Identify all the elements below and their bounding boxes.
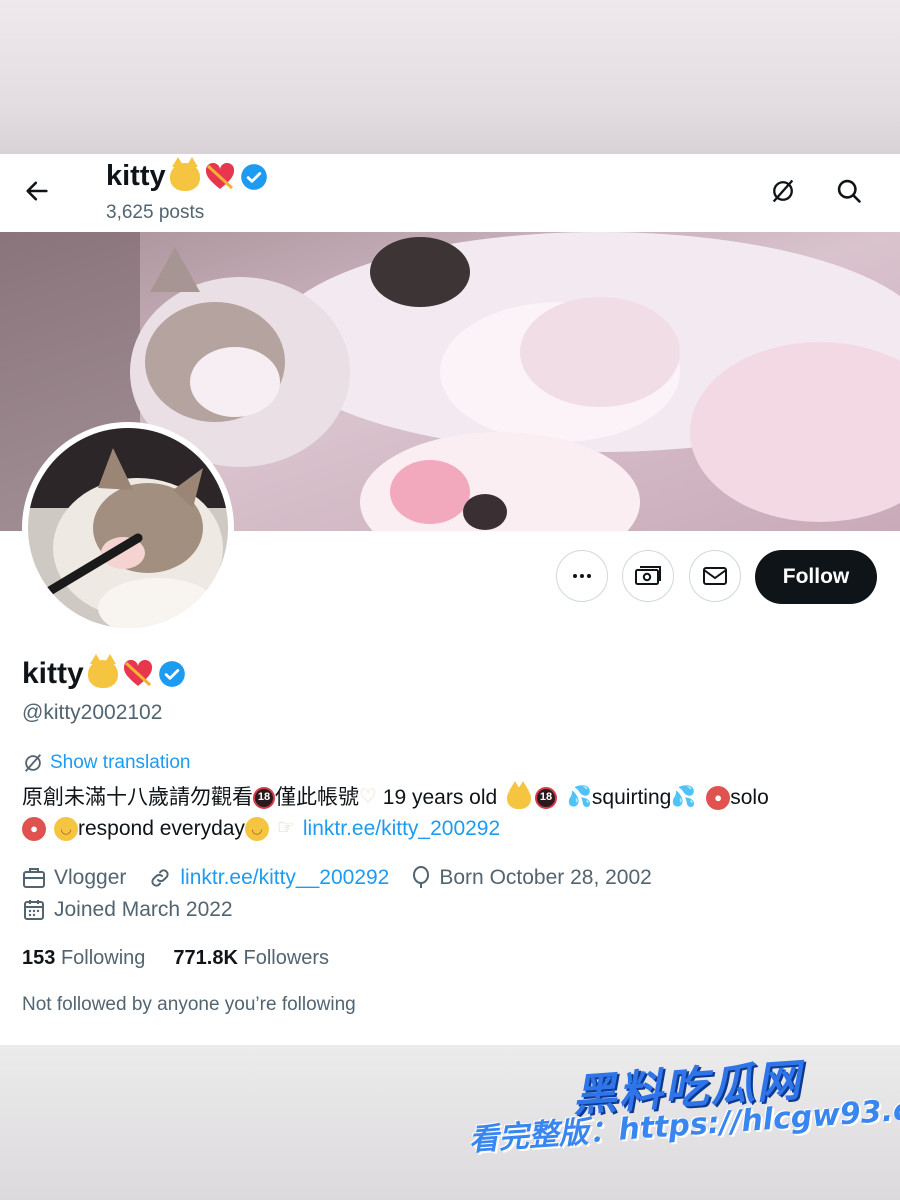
hot-face-icon: ● [22,816,46,841]
following-count: 153 [22,947,56,969]
top-background-band [0,0,900,154]
website-link[interactable]: linktr.ee/kitty__200292 [180,866,389,890]
search-button[interactable] [828,170,870,212]
followed-by-note: Not followed by anyone you’re following [22,994,356,1015]
arrow-left-icon [26,181,48,201]
bio-line-1: 原創未滿十八歲請勿觀看 18 僅此帳號 ♡ 19 years old 18 💦 … [22,780,882,813]
profile-header: kitty 3,625 posts [0,154,900,232]
display-name: kitty [22,657,84,690]
pointing-right-icon: ☞ [276,817,295,839]
sweat-droplets-icon: 💦 [567,786,592,808]
show-translation-label: Show translation [50,752,191,773]
joined-item: Joined March 2022 [22,898,233,922]
no-under-18-icon: 18 [535,786,558,809]
category-label: Vlogger [54,866,127,889]
bio-text: 原創未滿十八歲請勿觀看 [22,786,253,809]
relieved-face-icon: ◡ [54,816,78,841]
bio-link[interactable]: linktr.ee/kitty_200292 [303,813,500,844]
balloon-icon [413,866,430,888]
profile-avatar[interactable] [22,422,234,634]
heart-arrow-emoji-icon [123,659,152,687]
cat-face-emoji-icon [169,156,200,191]
mail-icon [703,567,727,585]
verified-badge-icon [240,163,267,190]
hot-face-icon: ● [706,785,731,810]
cat-face-emoji-icon [507,780,532,809]
show-translation-link[interactable]: Show translation [22,752,190,774]
sweat-droplets-icon: 💦 [671,786,697,808]
following-label: Following [60,947,146,969]
calendar-icon [24,900,44,920]
subscribe-button[interactable] [622,550,674,602]
profile-bio: 原創未滿十八歲請勿觀看 18 僅此帳號 ♡ 19 years old 18 💦 … [22,780,882,844]
bio-line-2: ● ◡ respond everyday ◡ ☞ linktr.ee/kitty… [22,813,882,844]
followers-stat[interactable]: 771.8K Followers [173,947,329,970]
header-display-name: kitty [106,160,166,192]
bio-text: respond everyday [78,817,245,840]
bio-text: squirting [591,786,672,809]
money-icon [635,566,661,585]
following-stat[interactable]: 153 Following [22,947,145,970]
relieved-face-icon: ◡ [244,816,269,841]
translate-icon [772,179,794,203]
no-under-18-icon: 18 [253,786,275,809]
birthday-label: Born October 28, 2002 [439,866,652,889]
profile-handle: @kitty2002102 [22,701,163,724]
follow-button[interactable]: Follow [755,550,877,604]
search-icon [837,179,861,203]
followers-label: Followers [243,947,330,969]
bio-text: 19 years old [376,786,504,809]
profile-meta-row-1: Vlogger linktr.ee/kitty__200292 Born Oct… [22,866,674,890]
header-title: kitty [106,156,268,193]
website-item[interactable]: linktr.ee/kitty__200292 [148,866,389,890]
heart-hands-icon: ♡ [359,786,377,808]
link-icon [151,869,169,887]
posts-count: 3,625 posts [106,202,205,223]
briefcase-icon [23,868,45,888]
followers-count: 771.8K [173,947,238,969]
birthday-item: Born October 28, 2002 [411,866,652,890]
profile-name: kitty [22,654,186,691]
back-button[interactable] [16,170,58,212]
category-item: Vlogger [22,866,126,890]
translate-icon [24,754,42,772]
bio-text: solo [730,786,769,809]
profile-card: kitty 3,625 posts Follow kitty @kitty200… [0,154,900,1045]
cat-face-emoji-icon [87,654,118,688]
follow-stats: 153 Following 771.8K Followers [22,947,329,970]
joined-label: Joined March 2022 [54,898,233,921]
verified-badge-icon [158,661,185,687]
message-button[interactable] [689,550,741,602]
more-options-button[interactable] [556,550,608,602]
more-horizontal-icon [573,574,591,578]
heart-arrow-emoji-icon [205,162,234,189]
avatar-cat-photo [28,428,228,628]
avatar-image [28,428,228,628]
profile-meta-row-2: Joined March 2022 [22,898,255,922]
bio-text: 僅此帳號 [275,786,359,809]
translate-button[interactable] [762,170,804,212]
